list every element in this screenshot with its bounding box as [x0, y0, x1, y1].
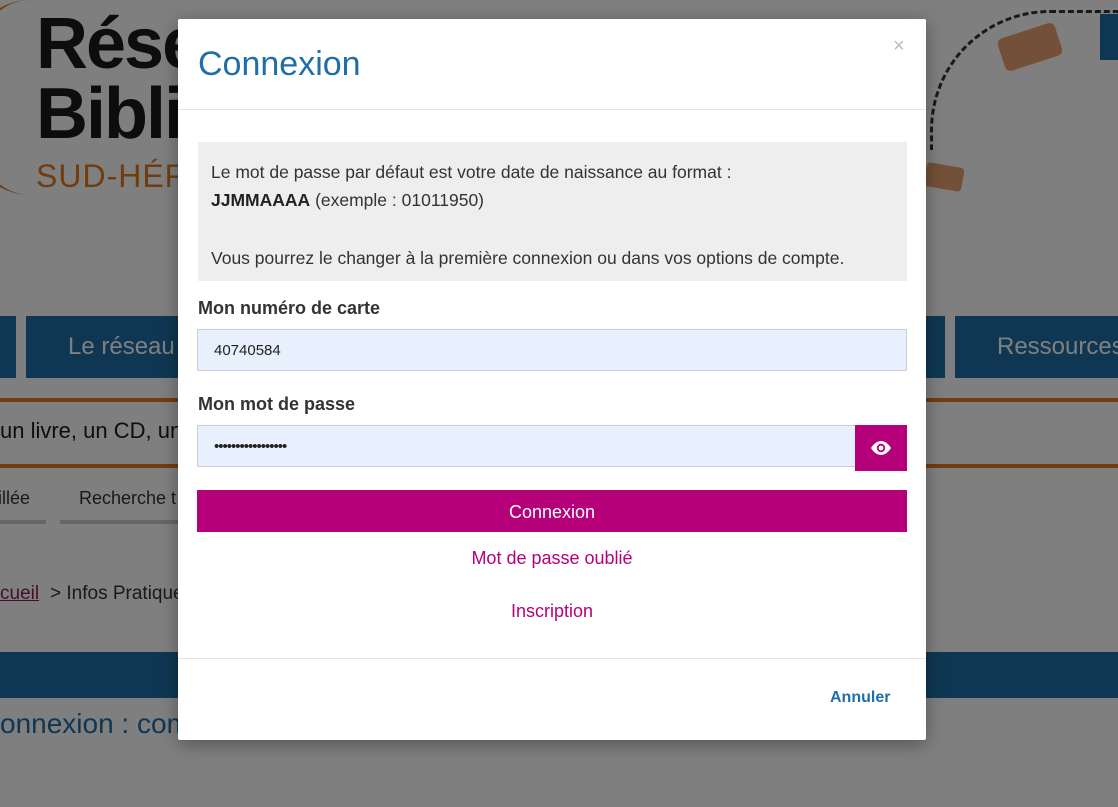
- card-number-label: Mon numéro de carte: [198, 298, 381, 318]
- info-line-2: JJMMAAAA (exemple : 01011950): [211, 186, 894, 214]
- password-info-box: Le mot de passe par défaut est votre dat…: [198, 142, 907, 281]
- eye-icon: [871, 441, 891, 455]
- modal-header: Connexion ×: [178, 19, 926, 110]
- password-input[interactable]: [197, 425, 856, 467]
- info-line-3: Vous pourrez le changer à la première co…: [211, 248, 845, 268]
- info-format: JJMMAAAA: [211, 190, 311, 210]
- info-example: (exemple : 01011950): [315, 190, 485, 210]
- login-submit-button[interactable]: Connexion: [197, 490, 907, 532]
- close-icon[interactable]: ×: [893, 36, 905, 56]
- forgot-password-link[interactable]: Mot de passe oublié: [178, 548, 926, 569]
- register-link[interactable]: Inscription: [178, 601, 926, 622]
- password-label: Mon mot de passe: [198, 394, 356, 414]
- info-line-1: Le mot de passe par défaut est votre dat…: [211, 162, 732, 182]
- modal-footer-divider: [178, 658, 926, 659]
- card-number-input[interactable]: [197, 329, 907, 371]
- login-modal: Connexion × Le mot de passe par défaut e…: [178, 19, 926, 740]
- modal-title: Connexion: [198, 45, 361, 83]
- show-password-button[interactable]: [855, 425, 907, 471]
- cancel-button[interactable]: Annuler: [830, 689, 890, 707]
